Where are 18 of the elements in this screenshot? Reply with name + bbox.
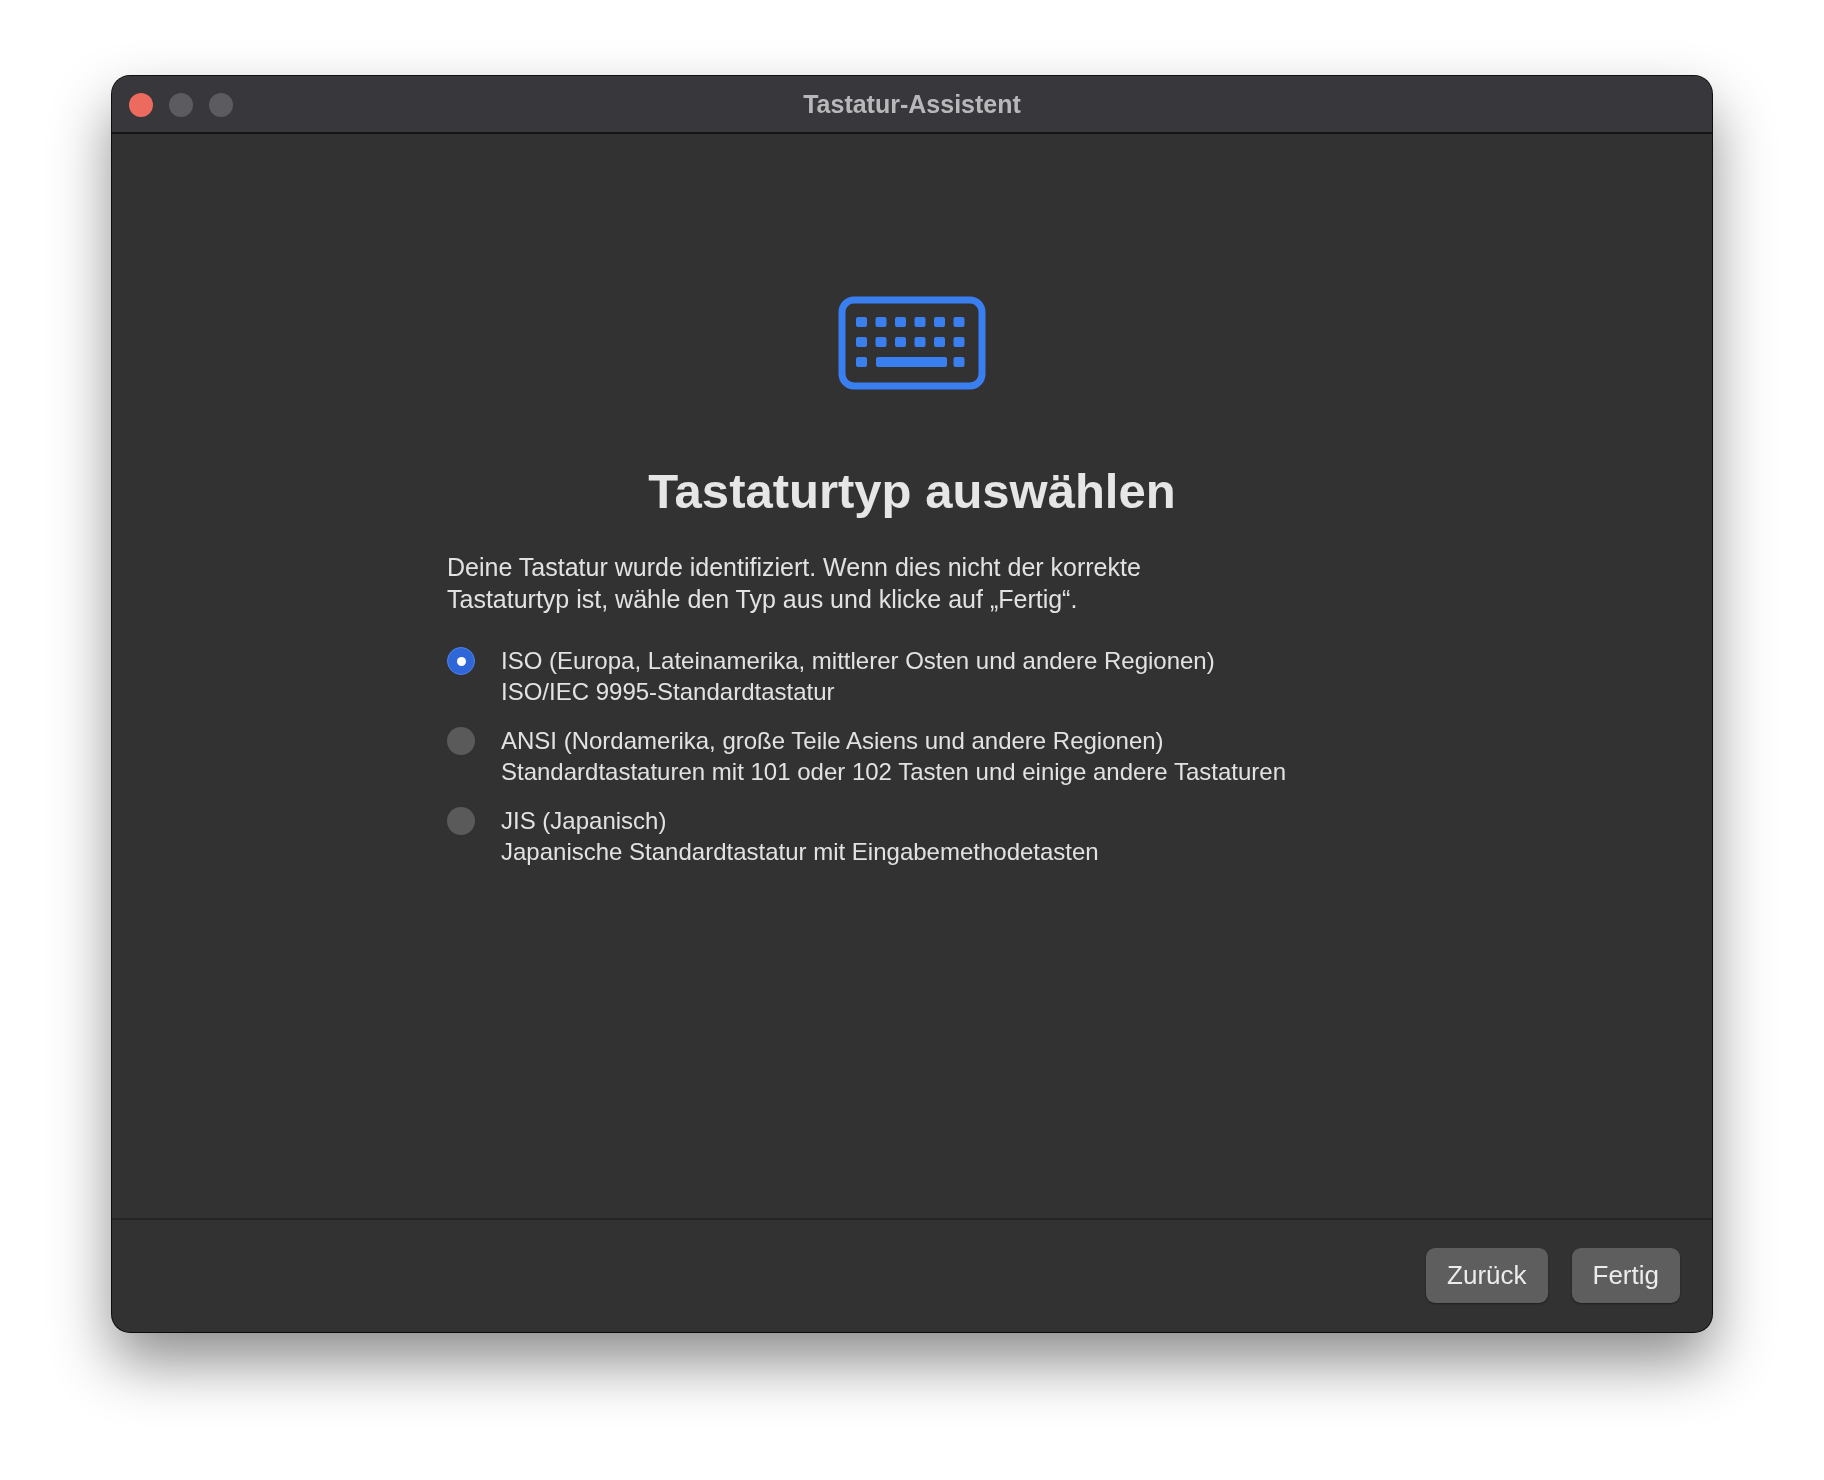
option-detail: ISO/IEC 9995-Standardtastatur [501,676,835,707]
description: Deine Tastatur wurde identifiziert. Wenn dies nicht der korrekte Tastaturtyp ist, wähle den Typ aus und klicke auf „Fertig“. [447,551,1142,615]
option-label: ISO (Europa, Lateinamerika, mittlerer Osten und andere Regionen) [501,645,1215,676]
radio-button[interactable] [447,806,475,835]
minimize-icon[interactable] [169,93,193,117]
option-label: ANSI (Nordamerika, große Teile Asiens und andere Regionen) [501,725,1164,756]
zoom-icon[interactable] [209,93,233,117]
heading: Tastaturtyp auswählen [648,465,1176,519]
keyboard-icon [838,296,986,390]
radio-button[interactable] [447,726,475,755]
footer-button[interactable]: Zurück [1426,1248,1548,1303]
radio-button[interactable] [447,646,475,675]
window-title: Tastatur-Assistent [803,89,1021,119]
option-detail: Standardtastaturen mit 101 oder 102 Tasten und einige andere Tastaturen [501,756,1286,787]
footer-button[interactable]: Fertig [1571,1248,1680,1303]
close-icon[interactable] [129,93,153,117]
option-label: JIS (Japanisch) [501,805,667,836]
option-detail: Japanische Standardtastatur mit Eingabemethodetasten [501,836,1099,867]
